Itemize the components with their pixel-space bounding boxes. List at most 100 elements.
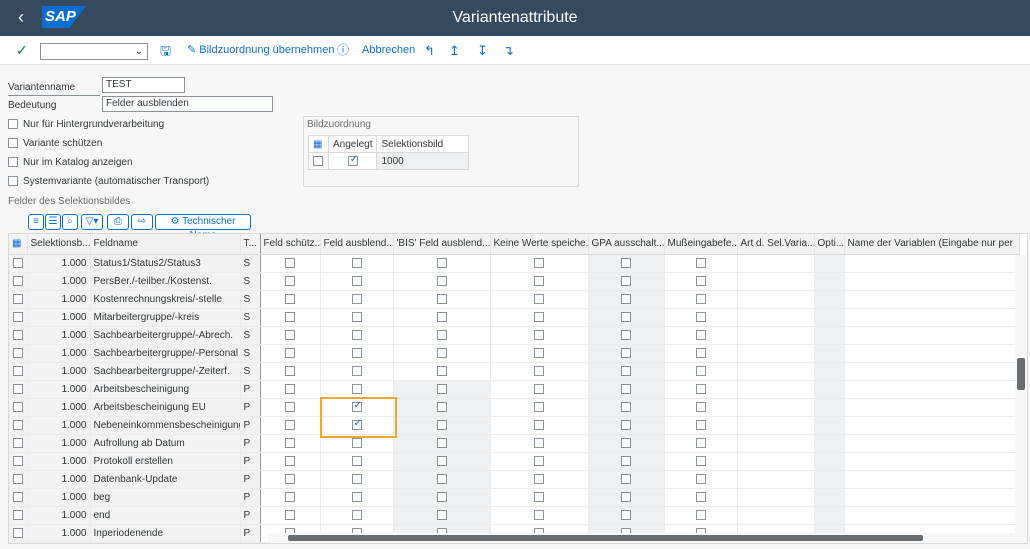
option-checkbox[interactable] bbox=[285, 419, 295, 430]
option-checkbox[interactable] bbox=[695, 437, 706, 448]
selection-variant-cell[interactable] bbox=[737, 272, 815, 291]
table-row[interactable]: 1.000 Arbeitsbescheinigung EU P bbox=[9, 398, 1020, 417]
option-cell[interactable] bbox=[814, 434, 845, 453]
row-select-checkbox[interactable] bbox=[12, 383, 23, 394]
variable-name-cell[interactable] bbox=[844, 290, 1020, 309]
selection-variant-cell[interactable] bbox=[737, 380, 815, 399]
table-row[interactable]: 1.000 Nebeneinkommensbescheinigung P bbox=[9, 416, 1020, 435]
option-checkbox[interactable] bbox=[534, 437, 544, 448]
option-cell[interactable] bbox=[814, 290, 845, 309]
option-checkbox[interactable] bbox=[534, 347, 544, 358]
option-checkbox[interactable] bbox=[285, 491, 295, 502]
option-checkbox[interactable] bbox=[351, 293, 362, 304]
option-checkbox[interactable] bbox=[436, 347, 447, 358]
col-header[interactable]: Keine Werte speiche... bbox=[490, 234, 589, 255]
grid-select-all-icon[interactable]: ▦ bbox=[9, 234, 28, 255]
scroll-thumb[interactable] bbox=[1017, 358, 1025, 390]
option-checkbox[interactable] bbox=[351, 275, 362, 286]
row-select-checkbox[interactable] bbox=[12, 311, 23, 322]
col-header[interactable]: Mußeingabefe... bbox=[664, 234, 738, 255]
previous-page-icon[interactable]: ↥ bbox=[449, 36, 460, 65]
option-checkbox[interactable] bbox=[351, 491, 362, 502]
option-checkbox[interactable] bbox=[285, 329, 295, 340]
option-checkbox[interactable] bbox=[621, 473, 631, 484]
option-checkbox[interactable] bbox=[534, 491, 544, 502]
row-select-checkbox[interactable] bbox=[12, 257, 23, 268]
col-header[interactable]: Feldname bbox=[90, 234, 241, 255]
option-checkbox[interactable] bbox=[695, 419, 706, 430]
option-checkbox[interactable] bbox=[534, 329, 544, 340]
col-header[interactable]: Selektionsb... bbox=[27, 234, 91, 255]
row-select-checkbox[interactable] bbox=[12, 347, 23, 358]
cancel-button[interactable]: Abbrechen bbox=[362, 36, 415, 65]
option-checkbox[interactable] bbox=[285, 365, 295, 376]
first-page-icon[interactable]: ↰ bbox=[424, 36, 435, 65]
option-checkbox[interactable] bbox=[534, 401, 544, 412]
option-checkbox[interactable] bbox=[436, 293, 447, 304]
option-checkbox[interactable] bbox=[285, 383, 295, 394]
row-select-checkbox[interactable] bbox=[12, 437, 23, 448]
option-checkbox[interactable] bbox=[695, 401, 706, 412]
option-checkbox[interactable] bbox=[351, 365, 362, 376]
col-header[interactable]: Feld schütz... bbox=[260, 234, 321, 255]
option-checkbox[interactable] bbox=[436, 401, 447, 412]
option-checkbox[interactable] bbox=[621, 509, 631, 520]
table-row[interactable]: 1.000 Arbeitsbescheinigung P bbox=[9, 380, 1020, 399]
variable-name-cell[interactable] bbox=[844, 344, 1020, 363]
col-header[interactable]: GPA ausschalt... bbox=[588, 234, 665, 255]
option-checkbox[interactable] bbox=[621, 347, 631, 358]
col-header[interactable]: Art d. Sel.Varia... bbox=[737, 234, 815, 255]
option-checkbox[interactable] bbox=[285, 347, 295, 358]
created-checkbox[interactable] bbox=[347, 154, 358, 166]
selection-variant-cell[interactable] bbox=[737, 398, 815, 417]
option-checkbox[interactable] bbox=[285, 473, 295, 484]
table-row[interactable]: 1.000 Sachbearbeitergruppe/-Abrech. S bbox=[9, 326, 1020, 345]
option-checkbox[interactable] bbox=[621, 419, 631, 430]
option-checkbox[interactable] bbox=[695, 257, 706, 268]
col-header[interactable]: Opti... bbox=[814, 234, 845, 255]
technical-name-button[interactable]: ⚙ Technischer Name bbox=[155, 214, 251, 241]
option-checkbox[interactable] bbox=[351, 473, 362, 484]
row-select-checkbox[interactable] bbox=[12, 527, 23, 538]
selection-variant-cell[interactable] bbox=[737, 488, 815, 507]
variable-name-cell[interactable] bbox=[844, 362, 1020, 381]
option-checkbox[interactable] bbox=[621, 365, 631, 376]
horizontal-scrollbar[interactable] bbox=[268, 533, 1027, 543]
row-select-checkbox[interactable] bbox=[12, 491, 23, 502]
option-checkbox[interactable] bbox=[285, 401, 295, 412]
option-checkbox[interactable] bbox=[351, 383, 362, 394]
option-checkbox[interactable] bbox=[285, 437, 295, 448]
option-cell[interactable] bbox=[814, 254, 845, 273]
variable-name-cell[interactable] bbox=[844, 416, 1020, 435]
col-header[interactable]: Name der Variablen (Eingabe nur per bbox=[844, 234, 1020, 255]
vertical-scrollbar[interactable] bbox=[1015, 255, 1027, 543]
option-checkbox[interactable] bbox=[436, 419, 447, 430]
col-header[interactable]: Feld ausblend... bbox=[320, 234, 394, 255]
option-cell[interactable] bbox=[814, 488, 845, 507]
checkbox[interactable] bbox=[8, 119, 18, 130]
variable-name-cell[interactable] bbox=[844, 506, 1020, 525]
row-select-checkbox[interactable] bbox=[12, 419, 23, 430]
last-page-icon[interactable]: ↴ bbox=[503, 36, 514, 65]
selection-variant-cell[interactable] bbox=[737, 452, 815, 471]
save-icon[interactable]: 🖫 bbox=[160, 36, 171, 65]
col-header[interactable]: 'BIS' Feld ausblend... bbox=[393, 234, 491, 255]
option-checkbox[interactable] bbox=[351, 347, 362, 358]
table-row[interactable]: 1.000 Mitarbeitergruppe/-kreis S bbox=[9, 308, 1020, 327]
option-checkbox[interactable] bbox=[285, 455, 295, 466]
variable-name-cell[interactable] bbox=[844, 470, 1020, 489]
option-cell[interactable] bbox=[814, 308, 845, 327]
next-page-icon[interactable]: ↧ bbox=[477, 36, 488, 65]
option-checkbox[interactable] bbox=[534, 275, 544, 286]
option-checkbox[interactable] bbox=[621, 491, 631, 502]
option-cell[interactable] bbox=[814, 326, 845, 345]
option-catalog[interactable]: Nur im Katalog anzeigen bbox=[8, 157, 133, 168]
row-select-checkbox[interactable] bbox=[12, 455, 23, 466]
selection-variant-cell[interactable] bbox=[737, 416, 815, 435]
option-checkbox[interactable] bbox=[621, 293, 631, 304]
option-checkbox[interactable] bbox=[351, 329, 362, 340]
selection-variant-cell[interactable] bbox=[737, 254, 815, 273]
select-all-icon[interactable]: ▦ bbox=[308, 135, 329, 153]
option-checkbox[interactable] bbox=[436, 365, 447, 376]
row-select-checkbox[interactable] bbox=[12, 329, 23, 340]
